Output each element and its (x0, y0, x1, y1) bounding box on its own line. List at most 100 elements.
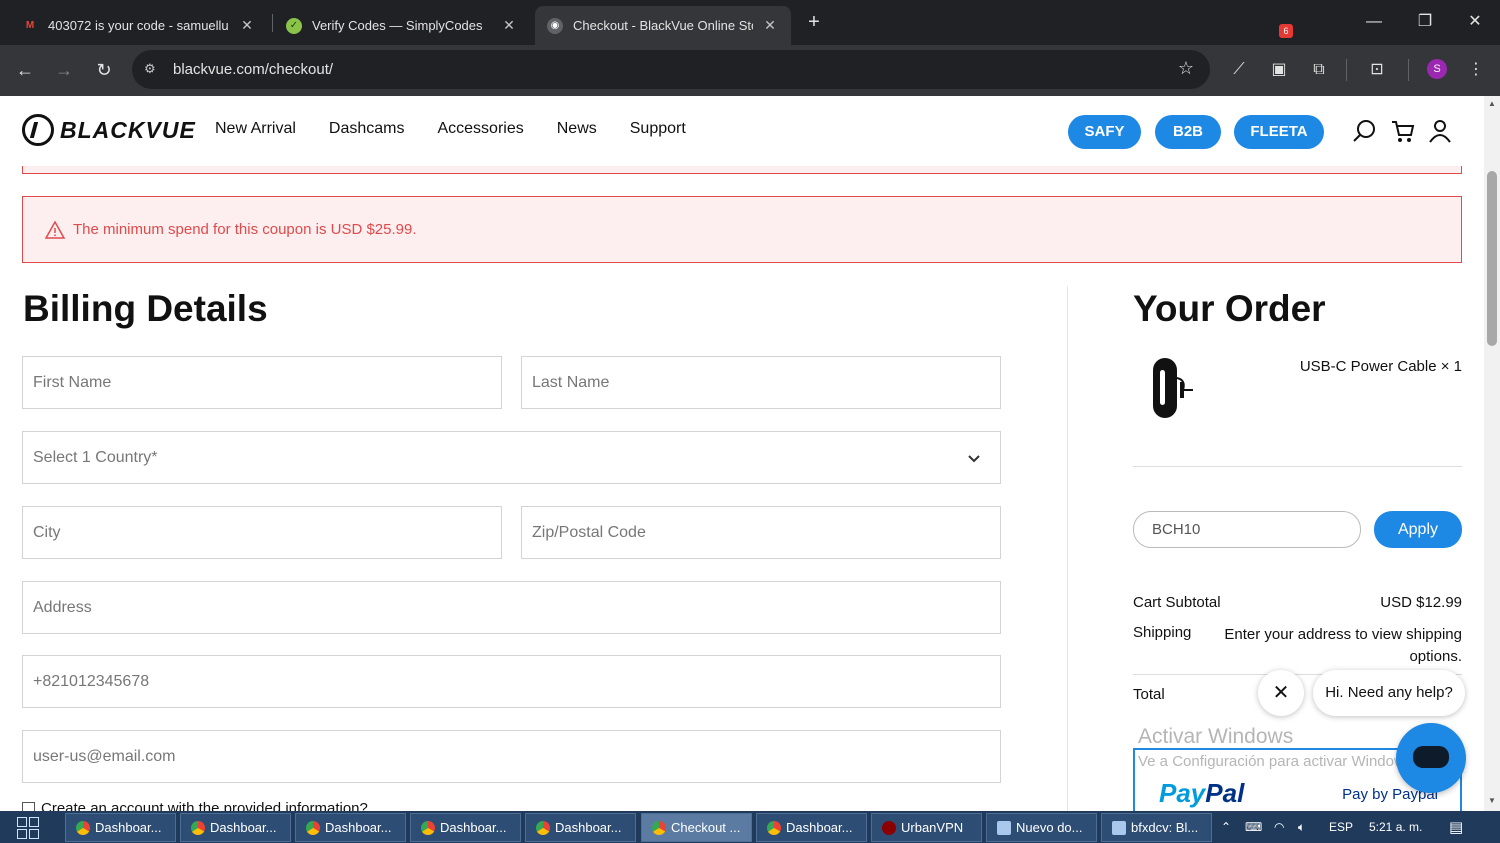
zip-field[interactable]: Zip/Postal Code (521, 506, 1001, 559)
windows-taskbar: Dashboar... Dashboar... Dashboar... Dash… (0, 811, 1500, 843)
email-field[interactable]: user-us@email.com (22, 730, 1001, 783)
close-icon[interactable]: ✕ (500, 17, 518, 34)
taskbar-item[interactable]: Dashboar... (525, 813, 636, 842)
nav-accessories[interactable]: Accessories (437, 120, 523, 138)
tab-gmail[interactable]: M 403072 is your code - samuellu ✕ (10, 6, 268, 45)
chat-icon (1413, 746, 1449, 768)
taskbar-item[interactable]: Dashboar... (295, 813, 406, 842)
chat-greeting[interactable]: Hi. Need any help? (1313, 670, 1465, 716)
extension-badge: 6 (1279, 24, 1293, 38)
logo-mark-icon (22, 114, 54, 146)
start-button[interactable] (17, 817, 39, 839)
phone-field[interactable]: +821012345678 (22, 655, 1001, 708)
address-bar[interactable]: ⚙ blackvue.com/checkout/ ☆ (132, 50, 1210, 89)
forward-icon[interactable]: → (51, 57, 77, 83)
profile-avatar[interactable]: S (1427, 59, 1447, 79)
account-icon[interactable] (1427, 118, 1453, 144)
urbanvpn-icon (882, 820, 896, 835)
fleeta-button[interactable]: FLEETA (1234, 115, 1324, 149)
url-text[interactable]: blackvue.com/checkout/ (173, 61, 333, 78)
close-icon[interactable]: ✕ (761, 17, 779, 34)
nav-new-arrival[interactable]: New Arrival (215, 120, 296, 138)
gmail-icon: M (25, 20, 35, 31)
chat-launcher-button[interactable] (1396, 723, 1466, 793)
reload-icon[interactable]: ↻ (91, 57, 117, 83)
extension-icon[interactable]: ⟋ (1227, 58, 1251, 82)
first-name-field[interactable]: First Name (22, 356, 502, 409)
taskbar-item[interactable]: bfxdcv: Bl... (1101, 813, 1212, 842)
back-icon[interactable]: ← (12, 57, 38, 83)
total-label: Total (1133, 686, 1165, 703)
window-close-icon[interactable]: ✕ (1460, 8, 1490, 36)
chrome-icon (191, 820, 205, 835)
tab-simplycodes[interactable]: ✓ Verify Codes — SimplyCodes ✕ (274, 6, 530, 45)
windows-watermark-title: Activar Windows (1138, 725, 1294, 748)
taskbar-item[interactable]: UrbanVPN (871, 813, 982, 842)
taskbar-item[interactable]: Nuevo do... (986, 813, 1097, 842)
coupon-input[interactable]: BCH10 (1133, 511, 1361, 548)
bookmark-star-icon[interactable]: ☆ (1178, 58, 1194, 79)
page-scrollbar[interactable]: ▲ ▼ (1484, 96, 1500, 811)
extension-icon[interactable]: ▣ (1267, 58, 1291, 82)
taskbar-item[interactable]: Dashboar... (180, 813, 291, 842)
tray-expand-icon[interactable]: ⌃ (1221, 820, 1231, 834)
taskbar-item-active[interactable]: Checkout ... (641, 813, 752, 842)
taskbar-item[interactable]: Dashboar... (65, 813, 176, 842)
scroll-up-icon[interactable]: ▲ (1487, 99, 1497, 109)
wifi-icon[interactable]: ◠ (1274, 820, 1284, 834)
create-account-checkbox[interactable] (22, 802, 35, 811)
nav-support[interactable]: Support (630, 120, 686, 138)
apply-coupon-button[interactable]: Apply (1374, 511, 1462, 548)
subtotal-value: USD $12.99 (1380, 594, 1462, 611)
close-icon[interactable]: ✕ (238, 17, 256, 34)
last-name-field[interactable]: Last Name (521, 356, 1001, 409)
windows-watermark-subtitle: Ve a Configuración para activar Windows. (1138, 753, 1417, 770)
b2b-button[interactable]: B2B (1155, 115, 1221, 149)
taskbar-item-label: Dashboar... (440, 820, 507, 835)
tab-search-icon[interactable]: ⊡ (1365, 58, 1389, 82)
subtotal-label: Cart Subtotal (1133, 594, 1221, 611)
taskbar-item-label: UrbanVPN (901, 820, 964, 835)
chat-dismiss-button[interactable]: ✕ (1258, 670, 1304, 716)
site-settings-icon[interactable]: ⚙ (144, 61, 162, 79)
volume-icon[interactable]: 🔈︎ (1298, 820, 1305, 835)
address-field[interactable]: Address (22, 581, 1001, 634)
minimize-icon[interactable]: — (1359, 8, 1389, 36)
column-divider (1067, 286, 1068, 811)
shipping-label: Shipping (1133, 624, 1192, 641)
warning-icon (45, 219, 65, 239)
scroll-down-icon[interactable]: ▼ (1487, 796, 1497, 806)
logo-text: BLACKVUE (60, 116, 196, 143)
language-indicator[interactable]: ESP (1329, 820, 1353, 834)
product-image (1153, 358, 1193, 418)
extensions-puzzle-icon[interactable]: ⧉ (1307, 58, 1331, 82)
taskbar-item[interactable]: Dashboar... (756, 813, 867, 842)
safy-button[interactable]: SAFY (1068, 115, 1141, 149)
taskbar-item-label: Dashboar... (325, 820, 392, 835)
taskbar-item-label: Dashboar... (786, 820, 853, 835)
taskbar-item[interactable]: Dashboar... (410, 813, 521, 842)
nav-dashcams[interactable]: Dashcams (329, 120, 405, 138)
notepad-icon (997, 820, 1011, 835)
tab-checkout[interactable]: ◉ Checkout - BlackVue Online Sto ✕ (535, 6, 791, 45)
site-header: BLACKVUE New Arrival Dashcams Accessorie… (0, 96, 1484, 166)
city-field[interactable]: City (22, 506, 502, 559)
nav-news[interactable]: News (557, 120, 597, 138)
blackvue-logo[interactable]: BLACKVUE (22, 114, 196, 146)
paypal-logo-pal: Pal (1205, 778, 1245, 808)
restore-icon[interactable]: ❐ (1410, 8, 1440, 36)
divider (1133, 466, 1462, 467)
country-select-label: Select 1 Country* (33, 448, 158, 466)
country-select[interactable]: Select 1 Country* (22, 431, 1001, 484)
menu-dots-icon[interactable]: ⋮ (1464, 58, 1488, 82)
clock[interactable]: 5:21 a. m. (1369, 820, 1422, 834)
search-icon[interactable] (1352, 118, 1378, 144)
notifications-icon[interactable]: ▤ (1449, 818, 1463, 836)
scroll-thumb[interactable] (1487, 171, 1497, 346)
simplycodes-icon: ✓ (286, 17, 302, 34)
cart-icon[interactable] (1390, 118, 1416, 144)
new-tab-button[interactable]: + (802, 10, 826, 34)
main-nav: New Arrival Dashcams Accessories News Su… (215, 120, 719, 138)
chrome-icon (421, 820, 435, 835)
input-method-icon[interactable]: ⌨ (1245, 820, 1262, 834)
